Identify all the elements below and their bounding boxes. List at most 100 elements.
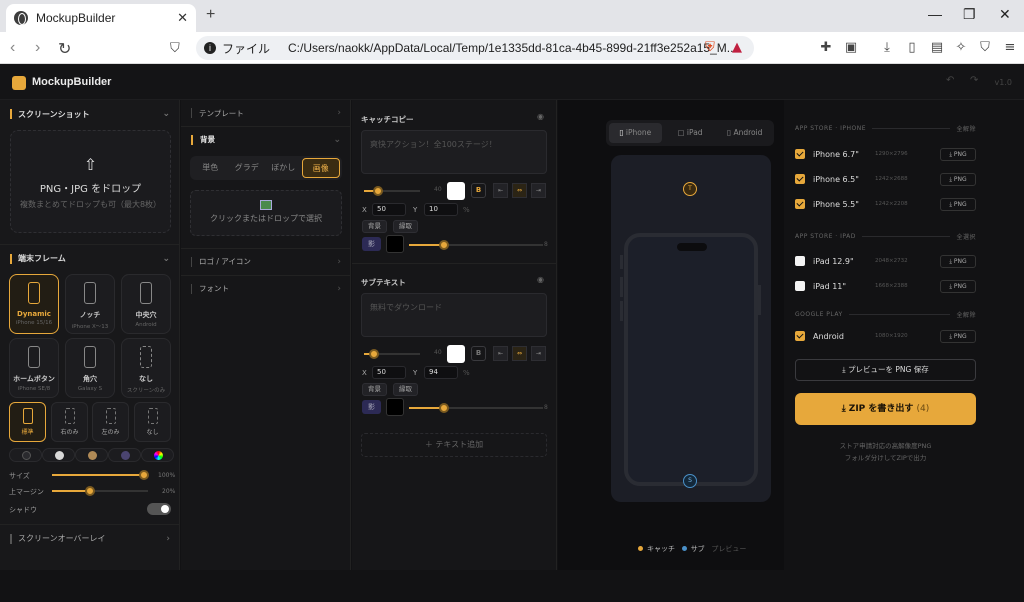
frame-color-silver[interactable] [42,448,75,462]
new-tab-button[interactable]: + [206,6,215,24]
vpn-icon[interactable]: ⛉ [977,40,993,56]
zip-export-button[interactable]: ⤓ ZIP を書き出す (4) [795,393,976,425]
frame-option-notch[interactable]: ノッチ iPhone X〜13 [65,274,115,334]
font-row[interactable]: フォント › [181,275,351,301]
catch-color-swatch[interactable] [447,182,465,200]
bg-tab-image[interactable]: 画像 [301,158,340,178]
frame-option-dynamic[interactable]: Dynamic iPhone 15/16 [9,274,59,334]
png-download-button[interactable]: ⤓ PNG [940,197,976,211]
sub-size-handle[interactable] [369,349,379,359]
brave-rewards-icon[interactable]: ▲ [729,40,745,56]
catch-copy-input[interactable]: 爽快アクション！全100ステージ！ [361,130,547,174]
minimize-button[interactable]: — [928,6,942,22]
frame-color-black[interactable] [9,448,42,462]
frame-option-home-button[interactable]: ホームボタン iPhone SE/8 [9,338,59,398]
checkbox[interactable] [795,199,805,209]
reload-button[interactable]: ↻ [58,39,71,59]
export-row-ipad129[interactable]: iPad 12.9" 2048×2732 ⤓ PNG [795,253,976,269]
export-row-iphone55[interactable]: iPhone 5.5" 1242×2208 ⤓ PNG [795,196,976,212]
bg-tab-gradient[interactable]: グラデ [229,158,266,178]
bg-tab-solid[interactable]: 単色 [192,158,229,178]
catch-bold-button[interactable]: B [471,183,486,198]
size-slider-handle[interactable] [139,470,149,480]
checkbox[interactable] [795,149,805,159]
align-right-icon[interactable]: ⇥ [531,346,546,361]
button-option-standard[interactable]: 標準 [9,402,46,442]
png-download-button[interactable]: ⤓ PNG [940,172,976,186]
maximize-button[interactable]: ❐ [963,6,976,23]
align-center-icon[interactable]: ⇔ [512,183,527,198]
bookmark-icon[interactable]: ⛉ [170,40,180,56]
export-row-android[interactable]: Android 1080×1920 ⤓ PNG [795,328,976,344]
eye-icon[interactable]: ◉ [537,275,544,284]
sub-text-input[interactable]: 無料でダウンロード [361,293,547,337]
png-download-button[interactable]: ⤓ PNG [940,147,976,161]
brave-shield-icon[interactable]: ⛨ [702,40,718,56]
download-icon[interactable]: ⤓ [879,40,895,56]
png-download-button[interactable]: ⤓ PNG [940,279,976,293]
browser-tab[interactable]: MockupBuilder ✕ [6,4,196,32]
checkbox[interactable] [795,174,805,184]
window-close-button[interactable]: ✕ [999,6,1011,23]
bg-tab-blur[interactable]: ぼかし [265,158,302,178]
frame-section-header[interactable]: 端末フレーム ⌄ [0,244,180,272]
align-right-icon[interactable]: ⇥ [531,183,546,198]
leo-ai-icon[interactable]: ✧ [953,40,969,56]
frame-option-center-hole[interactable]: 中央穴 Android [121,274,171,334]
frame-color-purple[interactable] [108,448,141,462]
save-preview-button[interactable]: ⤓ プレビューを PNG 保存 [795,359,976,381]
redo-icon[interactable]: ↷ [970,75,978,86]
catch-text-marker[interactable]: T [683,182,697,196]
catch-bg-chip[interactable]: 背景 [362,220,387,233]
align-left-icon[interactable]: ⇤ [493,346,508,361]
checkbox[interactable] [795,256,805,266]
sub-shadow-slider[interactable] [409,407,543,409]
screenshot-dropzone[interactable]: ⇧ PNG・JPG をドロップ 複数まとめてドロップも可（最大8枚） [10,130,171,233]
undo-icon[interactable]: ↶ [946,75,954,86]
device-tab-iphone[interactable]: ▯ iPhone [609,123,662,143]
gp-toggle-all[interactable]: 全解除 [956,310,976,319]
device-tab-ipad[interactable]: ▢ iPad [664,123,717,143]
export-row-iphone67[interactable]: iPhone 6.7" 1290×2796 ⤓ PNG [795,146,976,162]
template-row[interactable]: テンプレート › [181,100,351,126]
tab-close-icon[interactable]: ✕ [177,10,188,26]
align-center-icon[interactable]: ⇔ [512,346,527,361]
add-text-button[interactable]: ＋ テキスト追加 [361,433,547,457]
size-slider[interactable] [52,474,144,476]
device-tab-android[interactable]: ▯ Android [718,123,771,143]
logo-row[interactable]: ロゴ / アイコン › [181,248,351,274]
png-download-button[interactable]: ⤓ PNG [940,329,976,343]
sub-bold-button[interactable]: B [471,346,486,361]
shadow-toggle[interactable] [147,503,171,515]
checkbox[interactable] [795,331,805,341]
sub-shadow-button[interactable]: 影 [362,400,381,414]
catch-shadow-button[interactable]: 影 [362,237,381,251]
eye-icon[interactable]: ◉ [537,112,544,121]
info-icon[interactable]: i [204,42,216,54]
align-left-icon[interactable]: ⇤ [493,183,508,198]
button-option-right[interactable]: 右のみ [51,402,88,442]
reader-icon[interactable]: ▣ [843,40,859,56]
png-download-button[interactable]: ⤓ PNG [940,254,976,268]
frame-color-gold[interactable] [75,448,108,462]
sub-shadow-handle[interactable] [439,403,449,413]
menu-icon[interactable]: ≡ [1002,40,1018,56]
frame-option-none[interactable]: なし スクリーンのみ [121,338,171,398]
overlay-section-header[interactable]: スクリーンオーバーレイ › [0,524,180,552]
sidebar-icon[interactable]: ▯ [904,40,920,56]
catch-shadow-handle[interactable] [439,240,449,250]
export-row-iphone65[interactable]: iPhone 6.5" 1242×2688 ⤓ PNG [795,171,976,187]
sub-outline-chip[interactable]: 縁取 [393,383,418,396]
catch-y-input[interactable]: 10 [424,203,458,216]
back-button[interactable]: ‹ [10,39,15,57]
background-image-dropzone[interactable]: クリックまたはドロップで選択 [190,190,342,236]
catch-size-handle[interactable] [373,186,383,196]
preview-canvas[interactable]: T S [611,155,771,502]
catch-x-input[interactable]: 50 [372,203,406,216]
sub-y-input[interactable]: 94 [424,366,458,379]
address-bar[interactable]: i ファイル C:/Users/naokk/AppData/Local/Temp… [196,36,754,60]
screenshot-section-header[interactable]: スクリーンショット ⌄ [0,100,180,128]
frame-option-corner-hole[interactable]: 角穴 Galaxy S [65,338,115,398]
sub-text-marker[interactable]: S [683,474,697,488]
sub-bg-chip[interactable]: 背景 [362,383,387,396]
